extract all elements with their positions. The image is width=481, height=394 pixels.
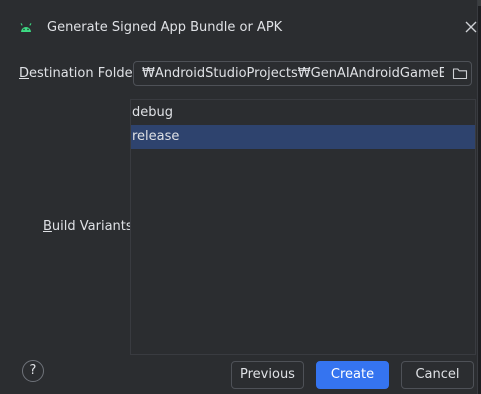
variants-label-mnemonic: B <box>43 219 52 234</box>
previous-button[interactable]: Previous <box>231 361 304 389</box>
destination-folder-label: Destination Folder: <box>19 65 142 83</box>
variant-item-debug[interactable]: debug <box>131 101 475 125</box>
close-icon[interactable] <box>463 19 479 35</box>
signed-bundle-dialog: Generate Signed App Bundle or APK Destin… <box>0 0 478 394</box>
android-icon <box>20 23 32 32</box>
variant-item-release[interactable]: release <box>131 125 475 149</box>
variants-label-text: uild Variants: <box>51 219 138 234</box>
dialog-title: Generate Signed App Bundle or APK <box>47 20 283 35</box>
help-button[interactable]: ? <box>22 360 44 382</box>
build-variants-list[interactable]: debug release <box>130 99 476 355</box>
folder-icon[interactable] <box>452 66 468 81</box>
create-button[interactable]: Create <box>316 361 389 389</box>
dialog-titlebar: Generate Signed App Bundle or APK <box>0 0 477 56</box>
destination-label-mnemonic: D <box>19 66 30 81</box>
cancel-button[interactable]: Cancel <box>401 361 474 389</box>
build-variants-label: Build Variants: <box>43 218 137 236</box>
destination-folder-field[interactable] <box>133 61 472 86</box>
destination-label-text: estination Folder: <box>29 66 143 81</box>
destination-folder-input[interactable] <box>142 62 444 85</box>
